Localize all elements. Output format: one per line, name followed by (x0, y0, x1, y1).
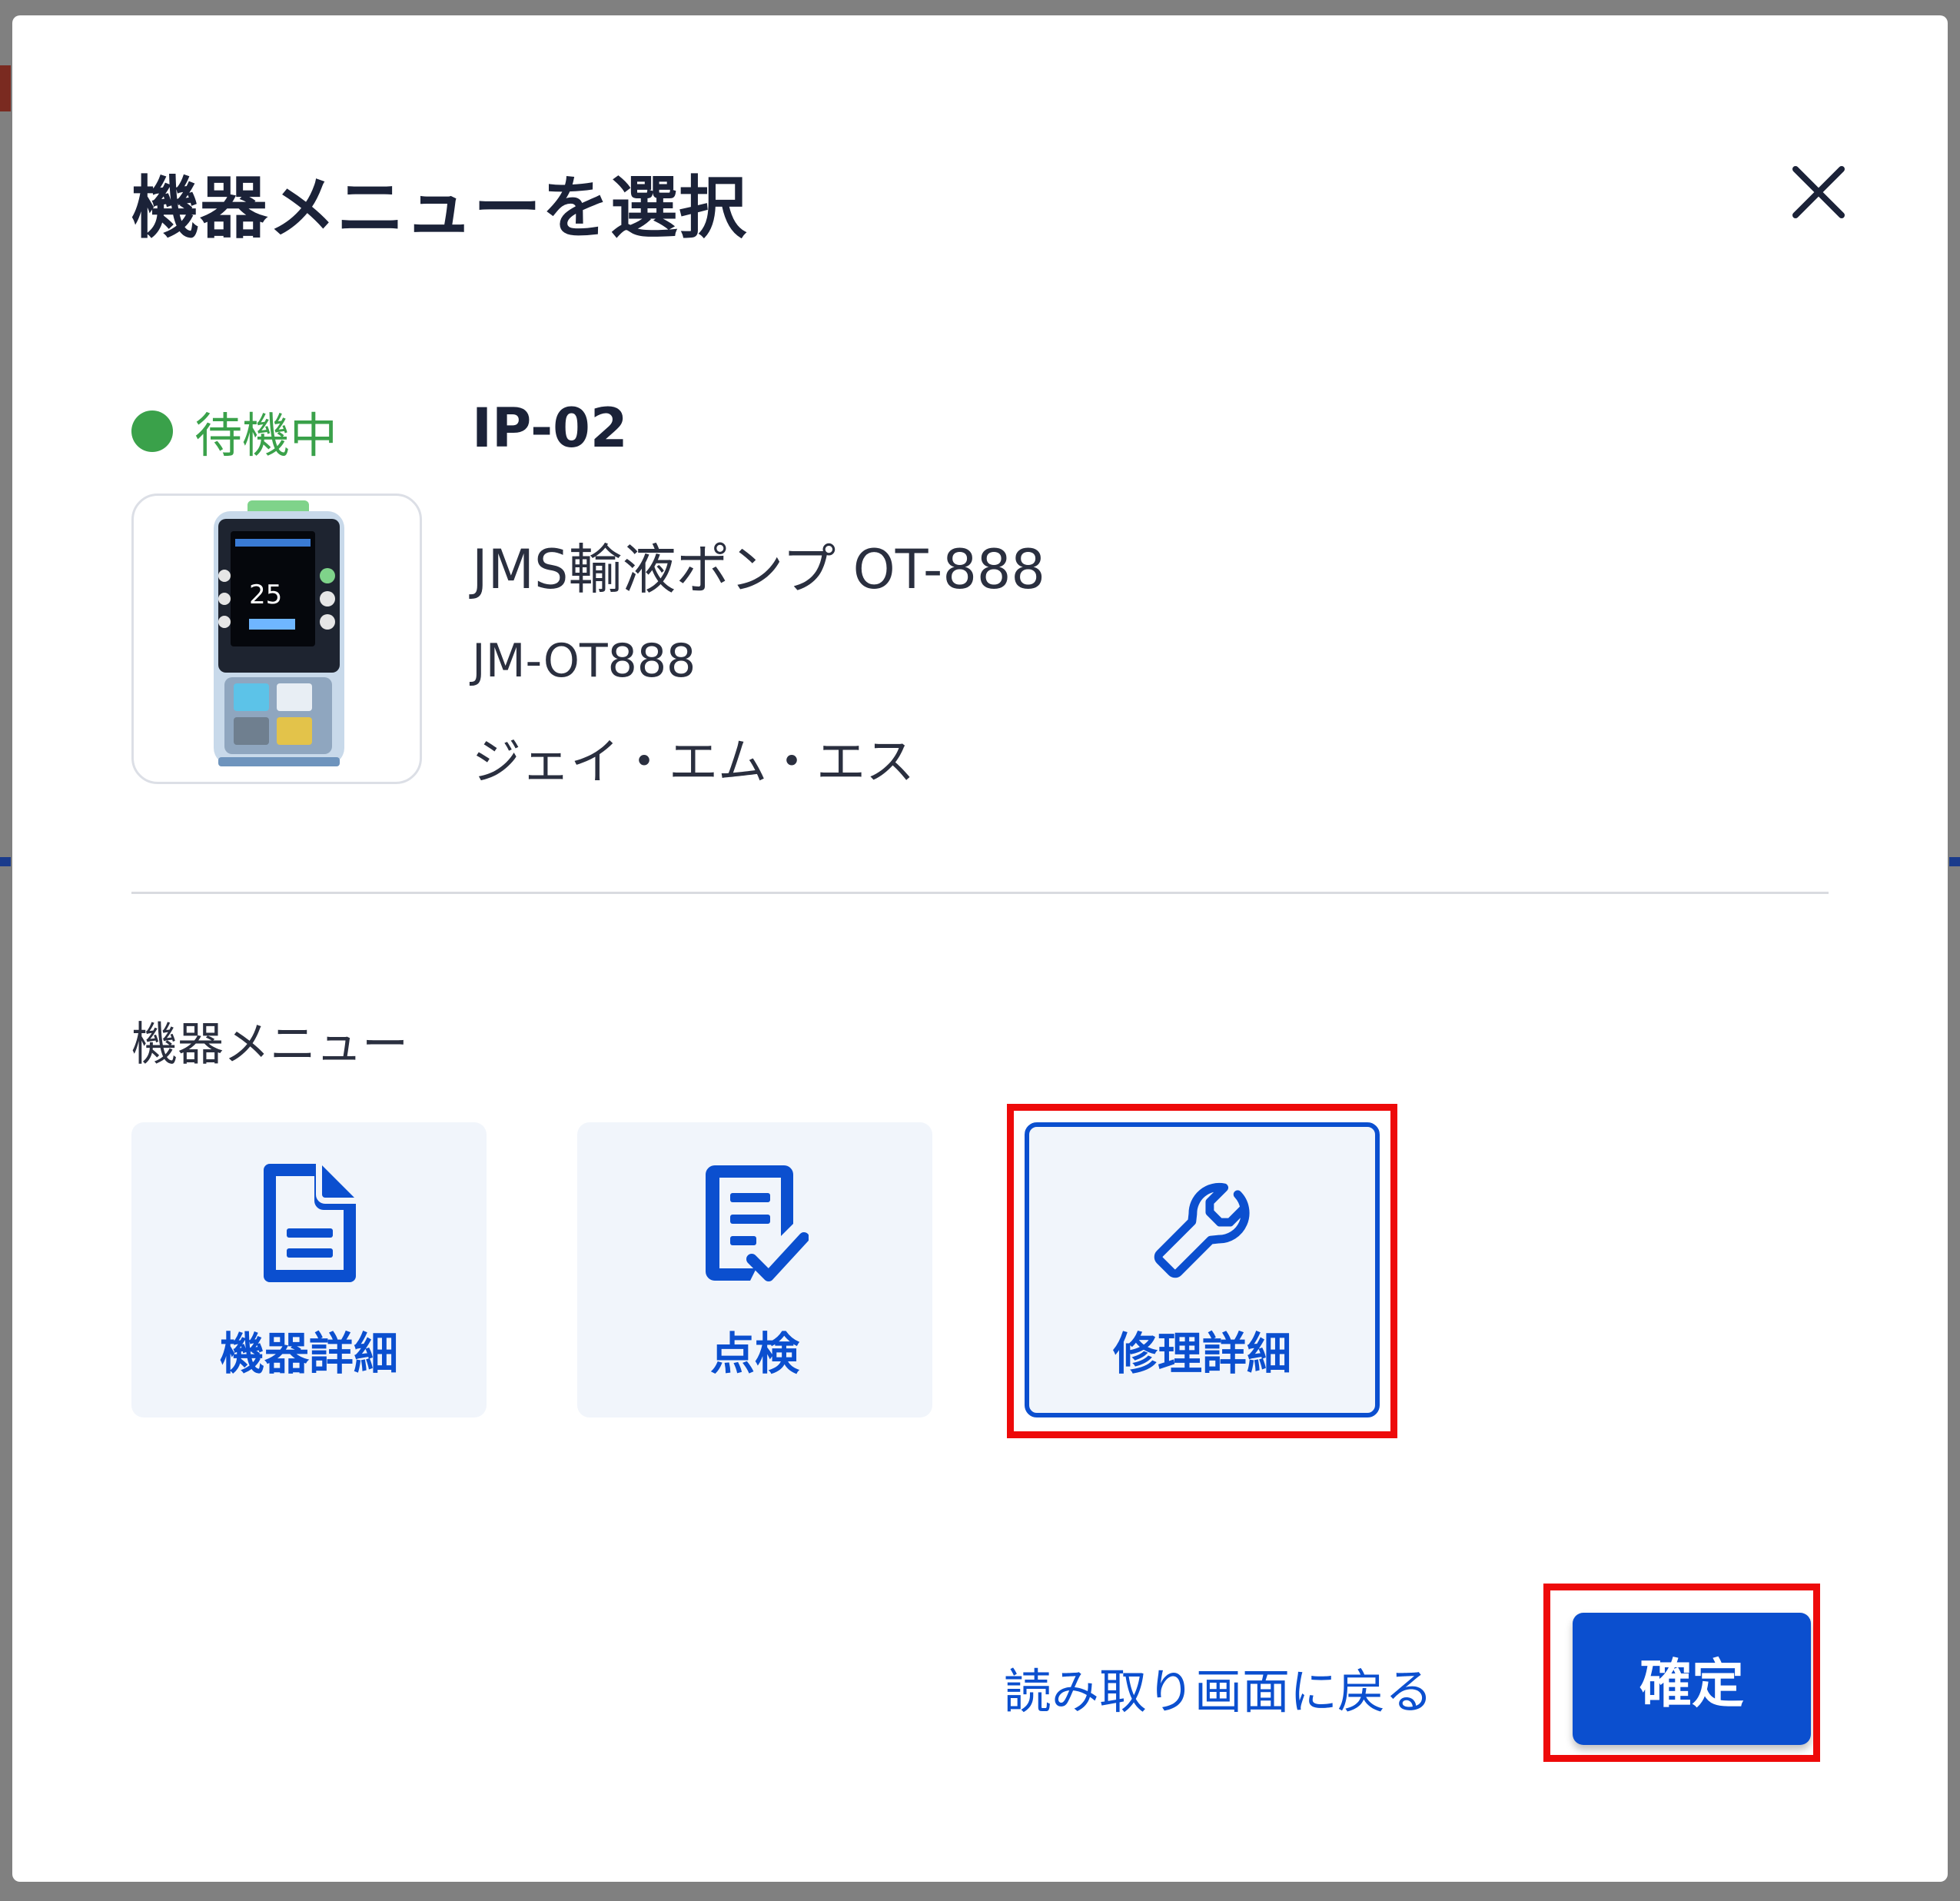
back-to-scan-link[interactable]: 読み取り画面に戻る (1004, 1653, 1433, 1722)
confirm-button[interactable]: 確定 (1573, 1613, 1811, 1745)
background-mark (1949, 857, 1960, 866)
device-thumbnail: 25 (131, 494, 422, 784)
dialog-title: 機器メニューを選択 (131, 168, 748, 248)
close-icon (1792, 166, 1845, 218)
divider (131, 892, 1829, 894)
device-name: JMS輸液ポンプ OT-888 (472, 538, 1045, 601)
menu-card-device-details[interactable]: 機器詳細 (131, 1122, 487, 1417)
device-id: IP-02 (472, 397, 628, 460)
close-button[interactable] (1776, 150, 1861, 234)
menu-card-label: 機器詳細 (219, 1328, 398, 1380)
background-mark (0, 65, 11, 111)
device-model: JM-OT888 (472, 634, 696, 688)
infusion-pump-image: 25 (214, 500, 344, 766)
status-badge: 待機中 (131, 397, 337, 466)
menu-card-label: 修理詳細 (1112, 1328, 1291, 1380)
status-dot-icon (131, 410, 173, 452)
menu-card-inspection[interactable]: 点検 (577, 1122, 932, 1417)
menu-card-repair-details[interactable]: 修理詳細 (1025, 1122, 1380, 1417)
wrench-icon (1154, 1182, 1250, 1278)
device-manufacturer: ジェイ・エム・エス (472, 734, 915, 791)
svg-text:25: 25 (249, 580, 282, 610)
background-mark (0, 857, 11, 866)
document-icon (264, 1164, 356, 1282)
menu-section-label: 機器メニュー (131, 1018, 408, 1072)
checklist-icon (706, 1165, 809, 1281)
status-text: 待機中 (194, 407, 338, 464)
menu-card-label: 点検 (709, 1328, 799, 1380)
device-menu-dialog: 機器メニューを選択 待機中 IP-02 25 JMS輸液ポンプ OT-888 J… (12, 15, 1948, 1882)
